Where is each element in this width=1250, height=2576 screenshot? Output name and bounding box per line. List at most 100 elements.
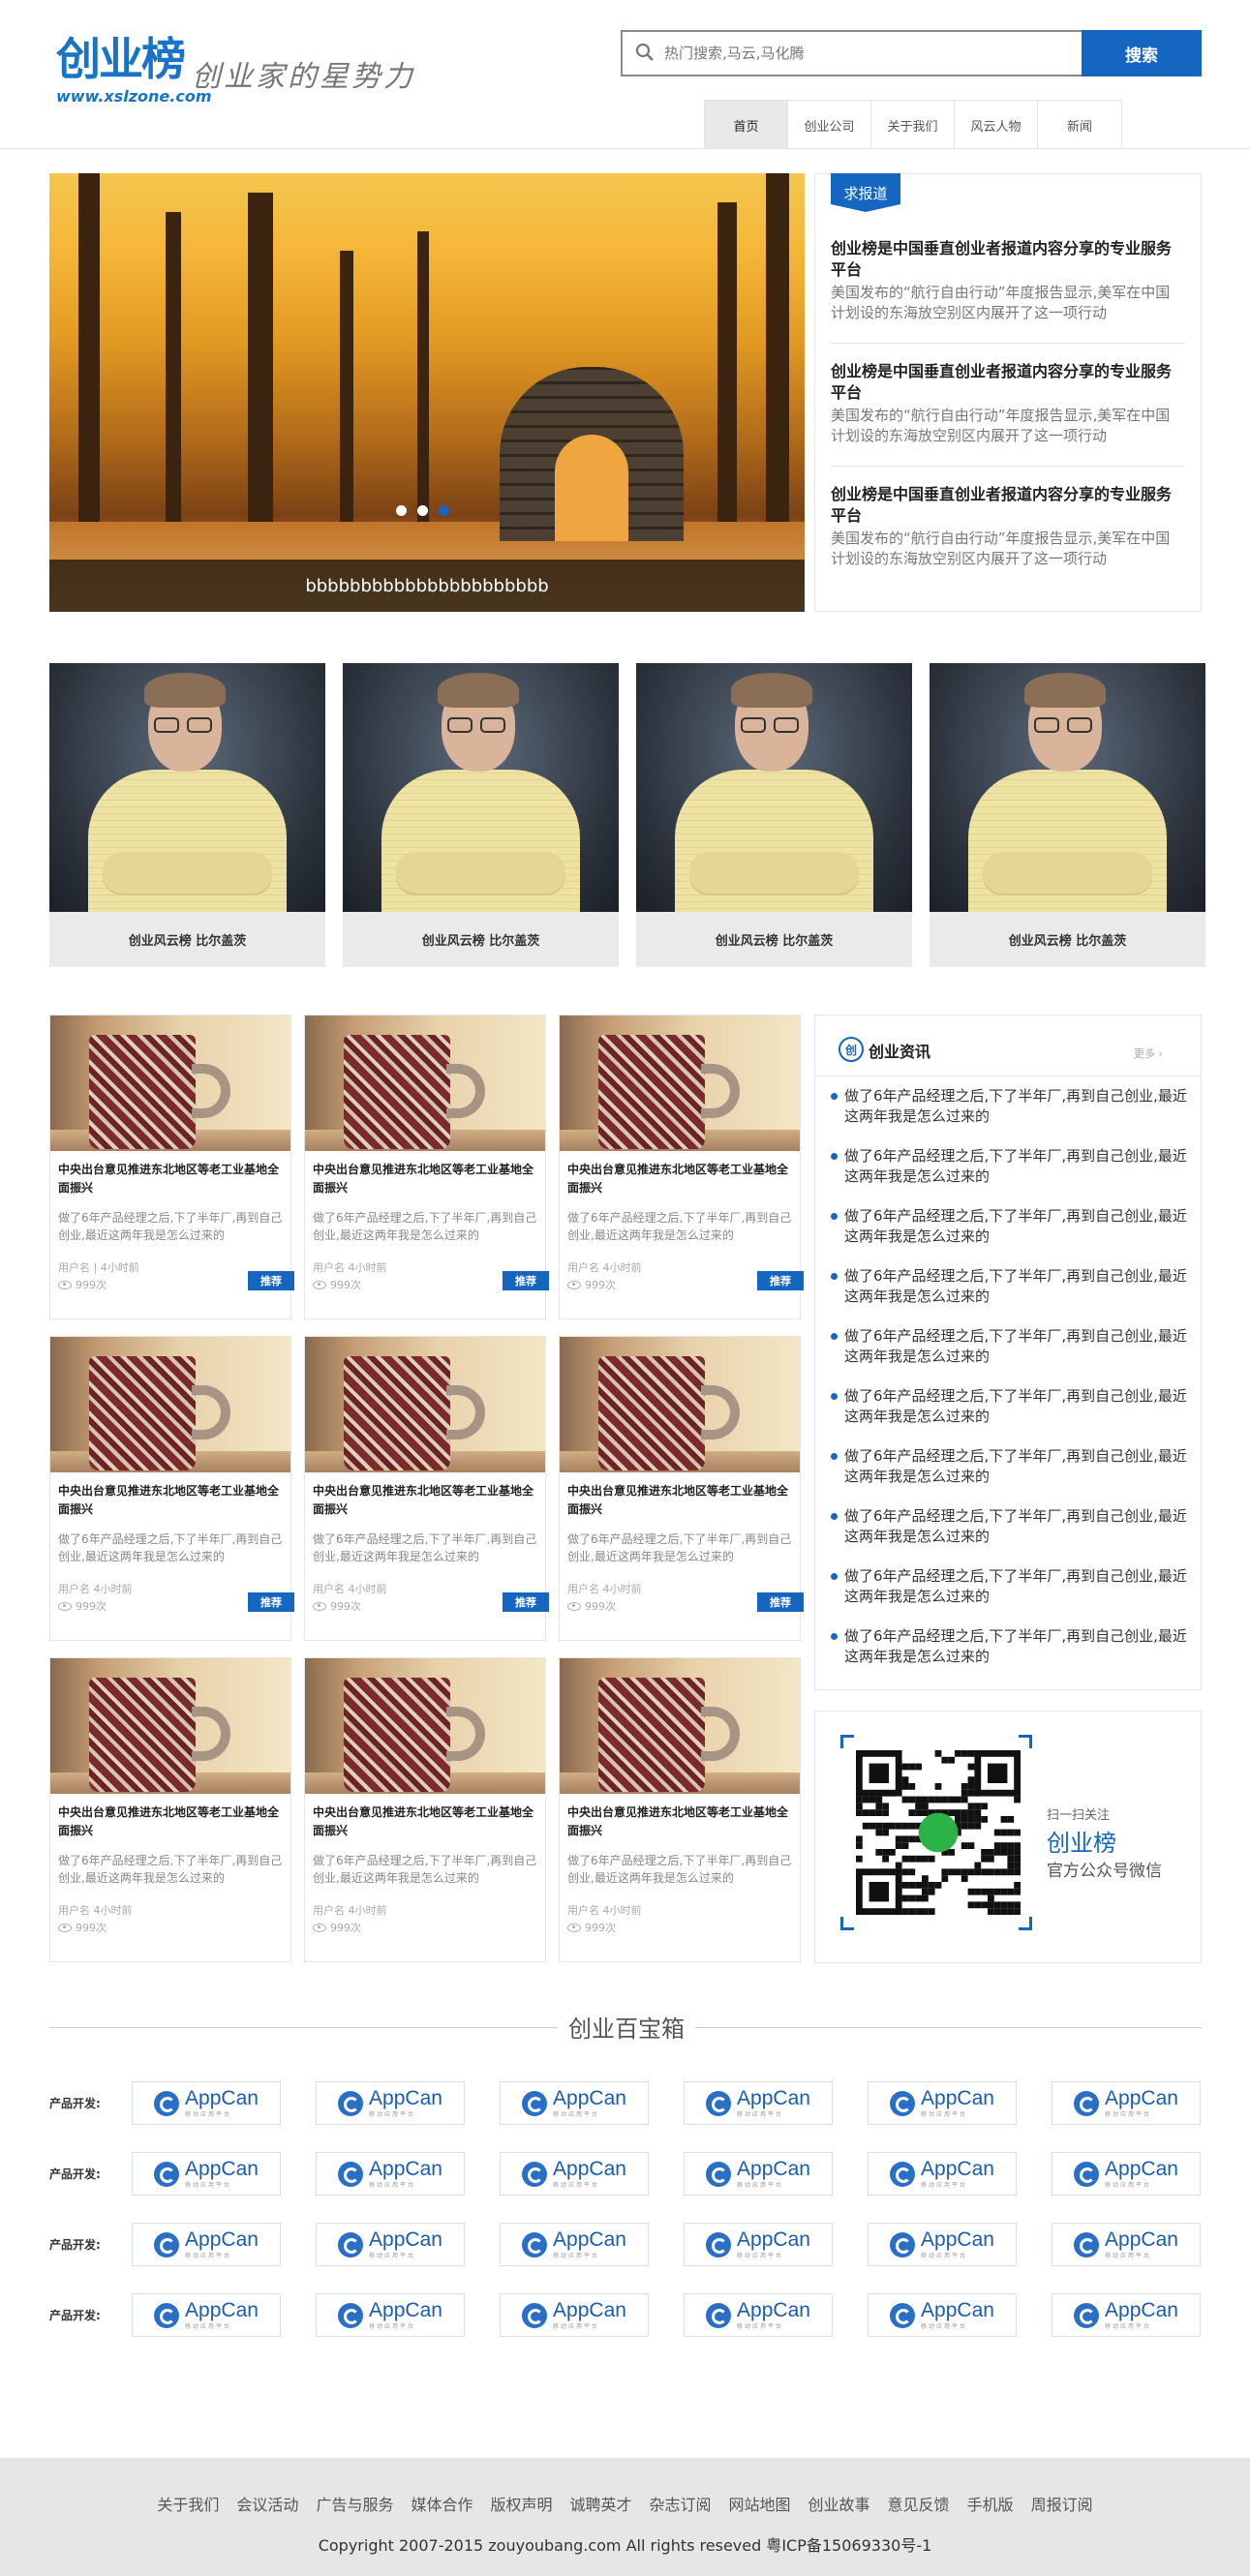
news-item-text[interactable]: 做了6年产品经理之后,下了半年厂,再到自己创业,最近这两年我是怎么过来的: [844, 1086, 1189, 1127]
person-photo[interactable]: [930, 663, 1205, 912]
appcan-logo-link[interactable]: AppCan 移动应用平台: [868, 2081, 1017, 2125]
news-list-item[interactable]: 做了6年产品经理之后,下了半年厂,再到自己创业,最近这两年我是怎么过来的: [831, 1386, 1189, 1427]
appcan-logo-link[interactable]: AppCan 移动应用平台: [316, 2293, 465, 2337]
appcan-logo-link[interactable]: AppCan 移动应用平台: [868, 2152, 1017, 2196]
appcan-logo-link[interactable]: AppCan 移动应用平台: [316, 2223, 465, 2266]
article-card[interactable]: 中央出台意见推进东北地区等老工业基地全面振兴 做了6年产品经理之后,下了半年厂,再…: [304, 1336, 549, 1641]
person-card[interactable]: 创业风云榜 比尔盖茨: [636, 663, 912, 967]
news-item-text[interactable]: 做了6年产品经理之后,下了半年厂,再到自己创业,最近这两年我是怎么过来的: [844, 1446, 1189, 1487]
footer-link[interactable]: 意见反馈: [879, 2492, 959, 2515]
news-more-link[interactable]: 更多 ›: [1134, 1046, 1163, 1061]
person-name[interactable]: 创业风云榜 比尔盖茨: [636, 912, 912, 967]
news-more-label[interactable]: 更多: [1134, 1047, 1155, 1060]
appcan-logo-link[interactable]: AppCan 移动应用平台: [316, 2081, 465, 2125]
article-title[interactable]: 中央出台意见推进东北地区等老工业基地全面振兴: [567, 1803, 792, 1840]
footer-link[interactable]: 网站地图: [720, 2492, 800, 2515]
article-title[interactable]: 中央出台意见推进东北地区等老工业基地全面振兴: [58, 1482, 283, 1519]
news-item-text[interactable]: 做了6年产品经理之后,下了半年厂,再到自己创业,最近这两年我是怎么过来的: [844, 1386, 1189, 1427]
footer-link[interactable]: 周报订阅: [1022, 2492, 1102, 2515]
recommend-badge[interactable]: 推荐: [248, 1592, 294, 1612]
footer-link[interactable]: 广告与服务: [307, 2492, 402, 2515]
person-card[interactable]: 创业风云榜 比尔盖茨: [49, 663, 325, 967]
article-card[interactable]: 中央出台意见推进东北地区等老工业基地全面振兴 做了6年产品经理之后,下了半年厂,再…: [559, 1015, 804, 1319]
article-thumbnail[interactable]: [560, 1337, 800, 1472]
footer-link[interactable]: 媒体合作: [402, 2492, 481, 2515]
news-item-text[interactable]: 做了6年产品经理之后,下了半年厂,再到自己创业,最近这两年我是怎么过来的: [844, 1506, 1189, 1547]
nav-item-people[interactable]: 风云人物: [955, 101, 1038, 149]
person-name[interactable]: 创业风云榜 比尔盖茨: [343, 912, 619, 967]
hero-slider[interactable]: [49, 173, 805, 612]
site-logo[interactable]: 创业榜: [56, 37, 186, 81]
person-photo[interactable]: [343, 663, 619, 912]
article-title[interactable]: 中央出台意见推进东北地区等老工业基地全面振兴: [567, 1161, 792, 1197]
article-title[interactable]: 中央出台意见推进东北地区等老工业基地全面振兴: [313, 1803, 537, 1840]
person-card[interactable]: 创业风云榜 比尔盖茨: [343, 663, 619, 967]
appcan-logo-link[interactable]: AppCan 移动应用平台: [684, 2081, 833, 2125]
appcan-logo-link[interactable]: AppCan 移动应用平台: [684, 2152, 833, 2196]
slider-dot-2[interactable]: [417, 505, 428, 516]
footer-link[interactable]: 诚聘英才: [561, 2492, 640, 2515]
article-title[interactable]: 中央出台意见推进东北地区等老工业基地全面振兴: [567, 1482, 792, 1519]
report-item[interactable]: 创业榜是中国垂直创业者报道内容分享的专业服务平台 美国发布的“航行自由行动”年度…: [831, 484, 1179, 569]
appcan-logo-link[interactable]: AppCan 移动应用平台: [868, 2293, 1017, 2337]
article-title[interactable]: 中央出台意见推进东北地区等老工业基地全面振兴: [58, 1803, 283, 1840]
news-list-item[interactable]: 做了6年产品经理之后,下了半年厂,再到自己创业,最近这两年我是怎么过来的: [831, 1566, 1189, 1607]
news-list-item[interactable]: 做了6年产品经理之后,下了半年厂,再到自己创业,最近这两年我是怎么过来的: [831, 1506, 1189, 1547]
slider-caption[interactable]: bbbbbbbbbbbbbbbbbbbbbb: [49, 560, 805, 612]
footer-link[interactable]: 会议活动: [228, 2492, 307, 2515]
footer-link[interactable]: 创业故事: [800, 2492, 879, 2515]
nav-item-about[interactable]: 关于我们: [871, 101, 955, 149]
appcan-logo-link[interactable]: AppCan 移动应用平台: [500, 2152, 649, 2196]
report-title[interactable]: 创业榜是中国垂直创业者报道内容分享的专业服务平台: [831, 361, 1179, 404]
news-item-text[interactable]: 做了6年产品经理之后,下了半年厂,再到自己创业,最近这两年我是怎么过来的: [844, 1326, 1189, 1367]
article-thumbnail[interactable]: [305, 1658, 545, 1794]
report-item[interactable]: 创业榜是中国垂直创业者报道内容分享的专业服务平台 美国发布的“航行自由行动”年度…: [831, 238, 1179, 323]
appcan-logo-link[interactable]: AppCan 移动应用平台: [684, 2223, 833, 2266]
news-item-text[interactable]: 做了6年产品经理之后,下了半年厂,再到自己创业,最近这两年我是怎么过来的: [844, 1146, 1189, 1187]
news-list-item[interactable]: 做了6年产品经理之后,下了半年厂,再到自己创业,最近这两年我是怎么过来的: [831, 1146, 1189, 1187]
news-item-text[interactable]: 做了6年产品经理之后,下了半年厂,再到自己创业,最近这两年我是怎么过来的: [844, 1626, 1189, 1667]
article-title[interactable]: 中央出台意见推进东北地区等老工业基地全面振兴: [58, 1161, 283, 1197]
person-photo[interactable]: [636, 663, 912, 912]
news-list-item[interactable]: 做了6年产品经理之后,下了半年厂,再到自己创业,最近这两年我是怎么过来的: [831, 1086, 1189, 1127]
appcan-logo-link[interactable]: AppCan 移动应用平台: [1052, 2081, 1201, 2125]
article-card[interactable]: 中央出台意见推进东北地区等老工业基地全面振兴 做了6年产品经理之后,下了半年厂,再…: [559, 1657, 801, 1962]
appcan-logo-link[interactable]: AppCan 移动应用平台: [1052, 2223, 1201, 2266]
article-card[interactable]: 中央出台意见推进东北地区等老工业基地全面振兴 做了6年产品经理之后,下了半年厂,再…: [304, 1657, 546, 1962]
appcan-logo-link[interactable]: AppCan 移动应用平台: [132, 2152, 281, 2196]
report-item[interactable]: 创业榜是中国垂直创业者报道内容分享的专业服务平台 美国发布的“航行自由行动”年度…: [831, 361, 1179, 446]
article-card[interactable]: 中央出台意见推进东北地区等老工业基地全面振兴 做了6年产品经理之后,下了半年厂,再…: [559, 1336, 804, 1641]
article-card[interactable]: 中央出台意见推进东北地区等老工业基地全面振兴 做了6年产品经理之后,下了半年厂,再…: [49, 1015, 294, 1319]
appcan-logo-link[interactable]: AppCan 移动应用平台: [1052, 2152, 1201, 2196]
news-list-item[interactable]: 做了6年产品经理之后,下了半年厂,再到自己创业,最近这两年我是怎么过来的: [831, 1326, 1189, 1367]
search-input[interactable]: [664, 37, 1071, 70]
article-thumbnail[interactable]: [305, 1015, 545, 1151]
article-card[interactable]: 中央出台意见推进东北地区等老工业基地全面振兴 做了6年产品经理之后,下了半年厂,再…: [49, 1657, 291, 1962]
slider-dot-1[interactable]: [396, 505, 407, 516]
person-name[interactable]: 创业风云榜 比尔盖茨: [930, 912, 1205, 967]
slider-dot-3[interactable]: [439, 505, 449, 516]
appcan-logo-link[interactable]: AppCan 移动应用平台: [132, 2223, 281, 2266]
news-item-text[interactable]: 做了6年产品经理之后,下了半年厂,再到自己创业,最近这两年我是怎么过来的: [844, 1566, 1189, 1607]
appcan-logo-link[interactable]: AppCan 移动应用平台: [500, 2223, 649, 2266]
article-title[interactable]: 中央出台意见推进东北地区等老工业基地全面振兴: [313, 1161, 537, 1197]
news-list-item[interactable]: 做了6年产品经理之后,下了半年厂,再到自己创业,最近这两年我是怎么过来的: [831, 1446, 1189, 1487]
article-thumbnail[interactable]: [50, 1015, 290, 1151]
article-thumbnail[interactable]: [305, 1337, 545, 1472]
appcan-logo-link[interactable]: AppCan 移动应用平台: [500, 2293, 649, 2337]
recommend-badge[interactable]: 推荐: [503, 1592, 549, 1612]
person-photo[interactable]: [49, 663, 325, 912]
reports-tag[interactable]: 求报道: [831, 173, 900, 212]
footer-link[interactable]: 版权声明: [481, 2492, 561, 2515]
footer-link[interactable]: 关于我们: [148, 2492, 228, 2515]
appcan-logo-link[interactable]: AppCan 移动应用平台: [1052, 2293, 1201, 2337]
recommend-badge[interactable]: 推荐: [757, 1592, 804, 1612]
search-button[interactable]: 搜索: [1082, 30, 1202, 76]
appcan-logo-link[interactable]: AppCan 移动应用平台: [132, 2081, 281, 2125]
appcan-logo-link[interactable]: AppCan 移动应用平台: [132, 2293, 281, 2337]
news-list-item[interactable]: 做了6年产品经理之后,下了半年厂,再到自己创业,最近这两年我是怎么过来的: [831, 1266, 1189, 1307]
recommend-badge[interactable]: 推荐: [248, 1271, 294, 1290]
article-thumbnail[interactable]: [560, 1015, 800, 1151]
article-thumbnail[interactable]: [50, 1337, 290, 1472]
footer-link[interactable]: 手机版: [959, 2492, 1022, 2515]
